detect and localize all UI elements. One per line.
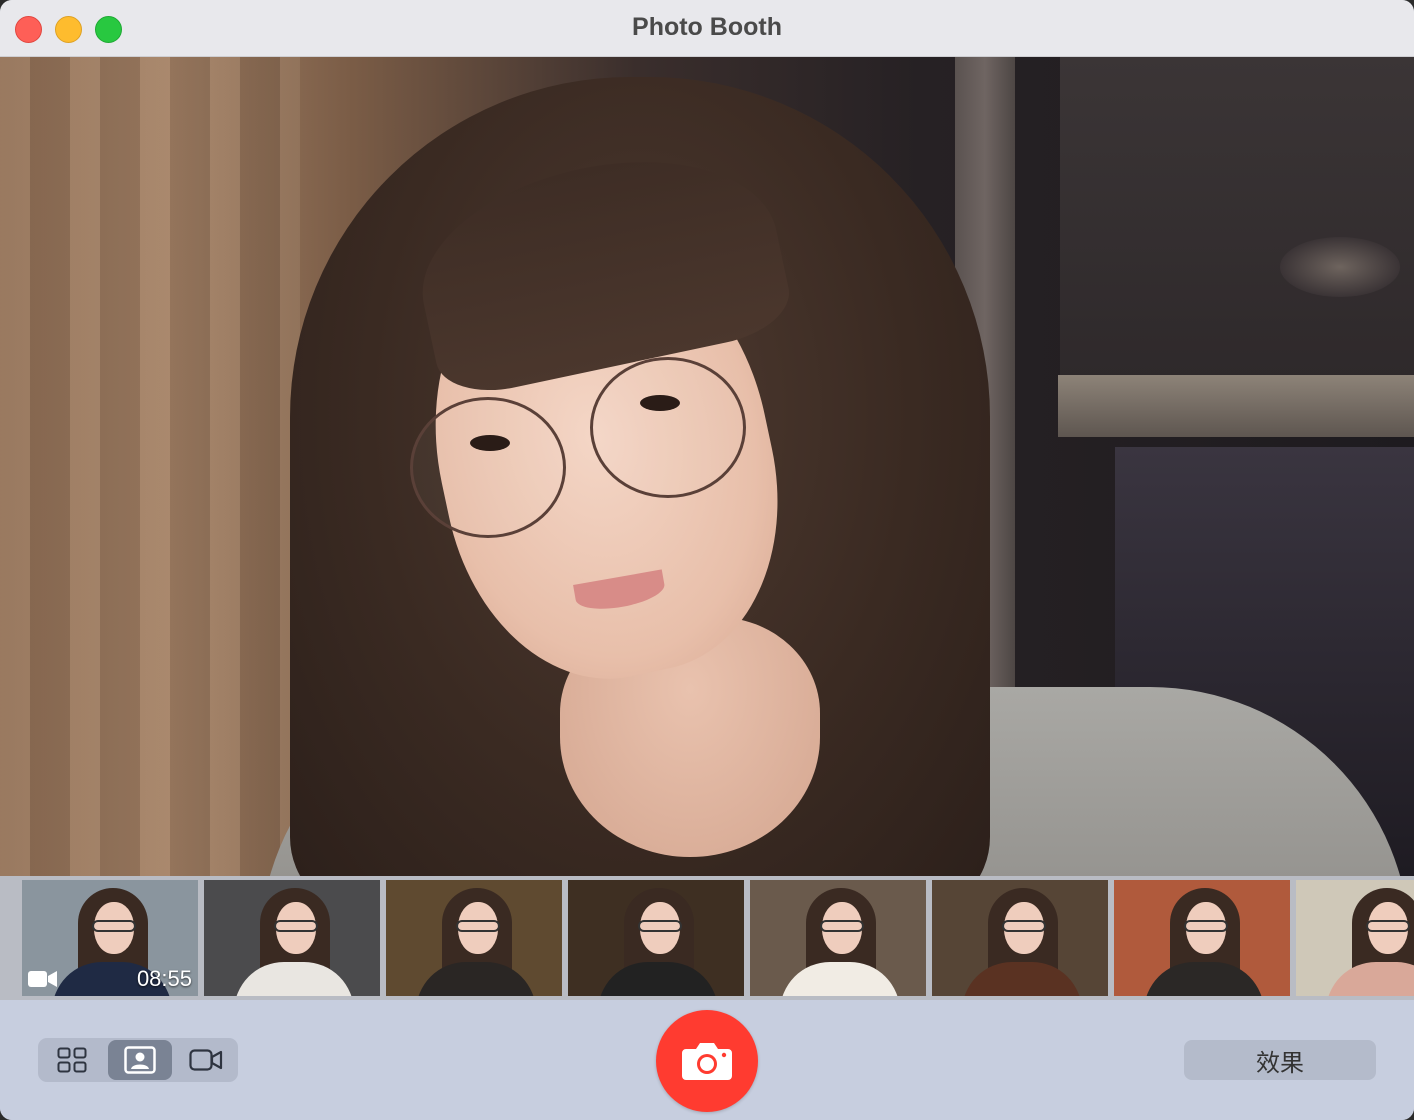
video-mode-button[interactable] xyxy=(174,1040,238,1080)
thumbnail-strip: 08:55 xyxy=(0,876,1414,1000)
camera-preview xyxy=(0,57,1414,876)
thumbnail-photo[interactable] xyxy=(1114,880,1290,996)
window-title: Photo Booth xyxy=(632,13,782,41)
video-camera-icon xyxy=(189,1049,223,1071)
thumbnail-photo[interactable] xyxy=(568,880,744,996)
video-camera-icon xyxy=(28,971,57,987)
portrait-photo-icon xyxy=(124,1046,156,1074)
view-mode-control xyxy=(38,1038,238,1082)
grid-view-button[interactable] xyxy=(40,1040,104,1080)
thumbnail-video[interactable]: 08:55 xyxy=(22,880,198,996)
thumbnail-photo[interactable] xyxy=(386,880,562,996)
effects-button[interactable]: 效果 xyxy=(1184,1040,1376,1080)
grid-icon xyxy=(57,1047,87,1073)
thumbnail-photo[interactable] xyxy=(750,880,926,996)
bottom-toolbar: 效果 xyxy=(0,1000,1414,1120)
title-bar: Photo Booth xyxy=(0,0,1414,57)
take-photo-button[interactable] xyxy=(656,1010,758,1112)
photo-mode-button[interactable] xyxy=(108,1040,172,1080)
video-duration: 08:55 xyxy=(136,966,192,991)
thumbnail-photo[interactable] xyxy=(204,880,380,996)
photo-booth-window: Photo Booth 08:55 效果 xyxy=(0,0,1414,1120)
thumbnail-photo[interactable] xyxy=(1296,880,1414,996)
thumbnail-photo[interactable] xyxy=(932,880,1108,996)
camera-icon xyxy=(682,1043,732,1080)
